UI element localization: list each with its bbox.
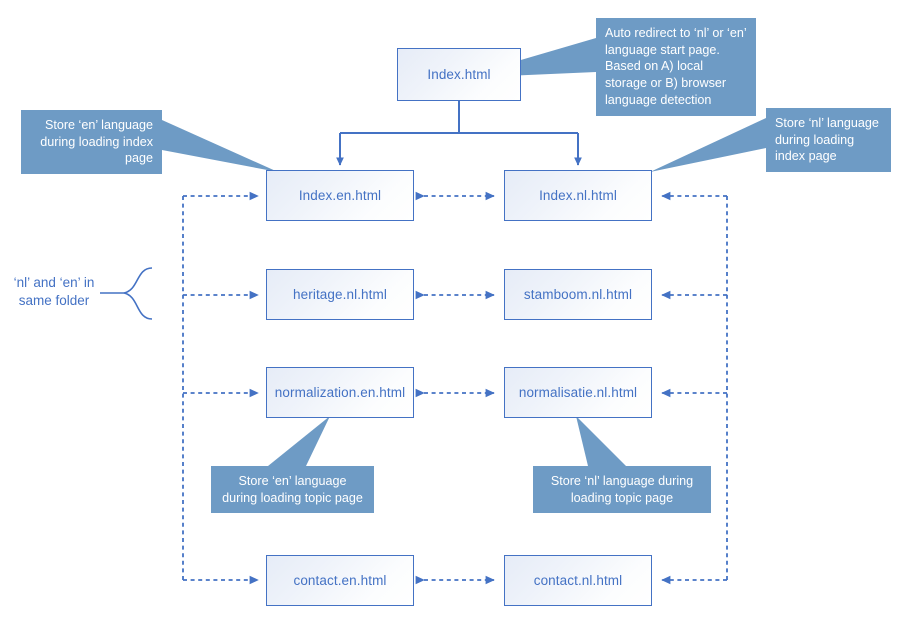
callout-store-nl-index: Store ‘nl’ language during loading index… bbox=[766, 108, 891, 173]
callout-auto-redirect: Auto redirect to ‘nl’ or ‘en’ language s… bbox=[596, 18, 756, 116]
callout-store-en-topic: Store ‘en’ language during loading topic… bbox=[211, 466, 374, 514]
node-index-root[interactable]: Index.html bbox=[397, 48, 521, 101]
node-normalisatie-nl[interactable]: normalisatie.nl.html bbox=[504, 367, 652, 418]
node-stamboom-nl[interactable]: stamboom.nl.html bbox=[504, 269, 652, 320]
callout-store-nl-topic: Store ‘nl’ language during loading topic… bbox=[533, 466, 711, 514]
tail-store-en-index bbox=[162, 120, 278, 172]
node-contact-nl[interactable]: contact.nl.html bbox=[504, 555, 652, 606]
tail-store-nl-topic bbox=[576, 416, 626, 466]
node-index-en[interactable]: Index.en.html bbox=[266, 170, 414, 221]
tail-store-en-topic bbox=[268, 416, 330, 466]
diagram-canvas: Auto redirect to ‘nl’ or ‘en’ language s… bbox=[0, 0, 911, 627]
node-heritage-nl[interactable]: heritage.nl.html bbox=[266, 269, 414, 320]
same-folder-note: ‘nl’ and ‘en’ in same folder bbox=[13, 275, 95, 308]
callout-store-en-index: Store ‘en’ language during loading index… bbox=[21, 110, 162, 175]
tail-store-nl-index bbox=[650, 118, 766, 172]
node-contact-en[interactable]: contact.en.html bbox=[266, 555, 414, 606]
node-index-nl[interactable]: Index.nl.html bbox=[504, 170, 652, 221]
node-normalization-en[interactable]: normalization.en.html bbox=[266, 367, 414, 418]
